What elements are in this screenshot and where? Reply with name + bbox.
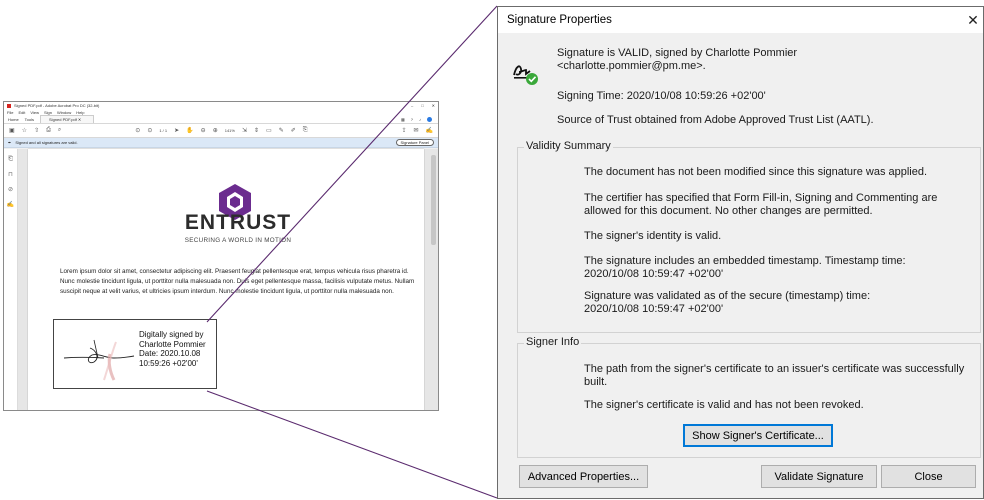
fit-page-icon[interactable]: ⇲: [242, 127, 247, 134]
acrobat-window-title: Signed PDF.pdf - Adobe Acrobat Pro DC (3…: [14, 103, 100, 108]
maximize-icon[interactable]: □: [421, 103, 423, 108]
validity-item-1: The document has not been modified since…: [584, 166, 928, 178]
handwritten-signature-icon: [63, 339, 135, 381]
valid-signature-icon: [513, 65, 538, 85]
prev-page-icon[interactable]: ⊙: [135, 127, 140, 134]
menu-window[interactable]: Window: [57, 110, 71, 115]
signer-info-item-1: The path from the signer's certificate t…: [584, 363, 965, 388]
vertical-scrollbar[interactable]: [431, 155, 436, 245]
signature-appearance-text: Digitally signed by Charlotte Pommier Da…: [139, 330, 206, 368]
menu-help[interactable]: Help: [76, 110, 84, 115]
highlight-pen-icon[interactable]: ✎: [279, 127, 284, 134]
signature-properties-dialog: Signature Properties ✕ Signature is VALI…: [497, 6, 984, 499]
trust-source: Source of Trust obtained from Adobe Appr…: [557, 114, 874, 126]
minimize-icon[interactable]: –: [411, 103, 413, 108]
share-icon[interactable]: ⇪: [401, 127, 406, 134]
signature-text-line-3: Date: 2020.10.08: [139, 349, 201, 358]
search-icon[interactable]: ⌕: [58, 127, 61, 134]
close-button[interactable]: Close: [881, 465, 976, 488]
upload-icon[interactable]: ⇧: [34, 127, 39, 134]
email-icon[interactable]: ✉: [413, 127, 418, 134]
save-icon[interactable]: ▣: [9, 127, 15, 134]
signature-text-line-4: 10:59:26 +02'00': [139, 358, 198, 368]
bookmark-star-icon[interactable]: ☆: [22, 127, 27, 134]
brand-wordmark: ENTRUST: [184, 211, 292, 234]
validity-summary-legend: Validity Summary: [524, 140, 613, 152]
signature-status: Signature is VALID, signed by Charlotte …: [557, 47, 797, 73]
dialog-title: Signature Properties: [507, 14, 612, 26]
comment-icon[interactable]: ▭: [266, 127, 272, 134]
apps-grid-icon[interactable]: ▦: [401, 117, 405, 122]
validity-item-4: The signature includes an embedded times…: [584, 255, 906, 280]
validity-item-3: The signer's identity is valid.: [584, 230, 722, 242]
window-controls[interactable]: – □ ✕: [411, 103, 435, 108]
stamp-icon[interactable]: ⎘: [303, 127, 308, 134]
dialog-close-icon[interactable]: ✕: [966, 12, 980, 29]
document-body-text: Lorem ipsum dolor sit amet, consectetur …: [60, 268, 415, 295]
acrobat-window: Signed PDF.pdf - Adobe Acrobat Pro DC (3…: [3, 101, 439, 411]
validity-item-5: Signature was validated as of the secure…: [584, 290, 871, 315]
show-certificate-button[interactable]: Show Signer's Certificate...: [683, 424, 833, 447]
tabbar-right-icons: ▦ ? ♪: [401, 116, 438, 122]
menu-file[interactable]: File: [7, 110, 13, 115]
acrobat-body: ⎗ ⊓ ⊘ ✍ ENTRUST SECURING A WORLD IN MOTI…: [4, 149, 438, 410]
signature-text-line-2: Charlotte Pommier: [139, 339, 206, 349]
menu-view[interactable]: View: [30, 110, 39, 115]
signature-status-bar: ✒ Signed and all signatures are valid. S…: [4, 138, 438, 148]
validate-signature-button[interactable]: Validate Signature: [761, 465, 877, 488]
signing-time: Signing Time: 2020/10/08 10:59:26 +02'00…: [557, 90, 766, 102]
bell-icon[interactable]: ♪: [419, 117, 421, 122]
signature-status-line2: <charlotte.pommier@pm.me>.: [557, 60, 706, 72]
brand-tagline: SECURING A WORLD IN MOTION: [184, 237, 292, 244]
page-thumbnails-icon[interactable]: ⎗: [8, 156, 13, 163]
tab-home[interactable]: Home: [8, 117, 19, 122]
menu-sign[interactable]: Sign: [44, 110, 52, 115]
draw-icon[interactable]: ✐: [291, 127, 296, 134]
signature-text-line-1: Digitally signed by: [139, 330, 204, 339]
signature-status-text: Signed and all signatures are valid.: [15, 140, 78, 145]
signer-info-group: Signer Info The path from the signer's c…: [517, 336, 981, 458]
hand-tool-icon[interactable]: ✋: [186, 127, 193, 134]
document-tab-label: Signed PDF.pdf: [49, 117, 77, 122]
select-cursor-icon[interactable]: ➤: [174, 127, 179, 134]
document-canvas[interactable]: ENTRUST SECURING A WORLD IN MOTION Lorem…: [18, 149, 438, 410]
sign-icon[interactable]: ✍: [426, 127, 433, 134]
menu-edit[interactable]: Edit: [18, 110, 25, 115]
signature-field[interactable]: Digitally signed by Charlotte Pommier Da…: [53, 319, 217, 389]
zoom-out-icon[interactable]: ⊖: [201, 127, 206, 134]
tab-document[interactable]: Signed PDF.pdf ✕: [40, 115, 95, 123]
zoom-level[interactable]: 141%: [225, 128, 235, 133]
signature-status-line1: Signature is VALID, signed by Charlotte …: [557, 47, 798, 59]
dialog-titlebar: Signature Properties: [498, 7, 983, 33]
scroll-mode-icon[interactable]: ⇕: [254, 127, 259, 134]
toolbar-right-icons: ⇪ ✉ ✍: [401, 127, 438, 134]
page-indicator[interactable]: 1 / 1: [159, 128, 167, 133]
signature-panel-button[interactable]: Signature Panel: [395, 139, 434, 146]
signature-valid-icon: ✒: [8, 140, 12, 145]
left-navigation-rail: ⎗ ⊓ ⊘ ✍: [4, 149, 18, 410]
print-icon[interactable]: ⎙: [46, 127, 51, 134]
validity-summary-group: Validity Summary The document has not be…: [517, 140, 981, 333]
acrobat-tabbar: Home Tools Signed PDF.pdf ✕ ▦ ? ♪: [4, 115, 438, 124]
close-icon[interactable]: ✕: [432, 103, 435, 108]
zoom-in-icon[interactable]: ⊕: [213, 127, 218, 134]
next-page-icon[interactable]: ⊙: [147, 127, 152, 134]
tab-tools[interactable]: Tools: [25, 117, 34, 122]
acrobat-titlebar: Signed PDF.pdf - Adobe Acrobat Pro DC (3…: [4, 102, 438, 109]
signatures-panel-icon[interactable]: ✍: [7, 201, 14, 208]
bookmarks-icon[interactable]: ⊓: [8, 171, 13, 178]
advanced-properties-button[interactable]: Advanced Properties...: [519, 465, 648, 488]
acrobat-toolbar: ▣ ☆ ⇧ ⎙ ⌕ ⊙ ⊙ 1 / 1 ➤ ✋ ⊖ ⊕ 141% ⇲ ⇕ ▭ ✎…: [4, 124, 438, 138]
help-icon[interactable]: ?: [411, 117, 413, 122]
pdf-page: ENTRUST SECURING A WORLD IN MOTION Lorem…: [28, 149, 424, 410]
acrobat-logo-icon: [7, 103, 11, 108]
signer-info-legend: Signer Info: [524, 336, 582, 348]
signer-info-item-2: The signer's certificate is valid and ha…: [584, 399, 864, 411]
attachments-icon[interactable]: ⊘: [8, 186, 13, 193]
validity-item-2: The certifier has specified that Form Fi…: [584, 192, 938, 217]
account-avatar[interactable]: [427, 116, 432, 122]
